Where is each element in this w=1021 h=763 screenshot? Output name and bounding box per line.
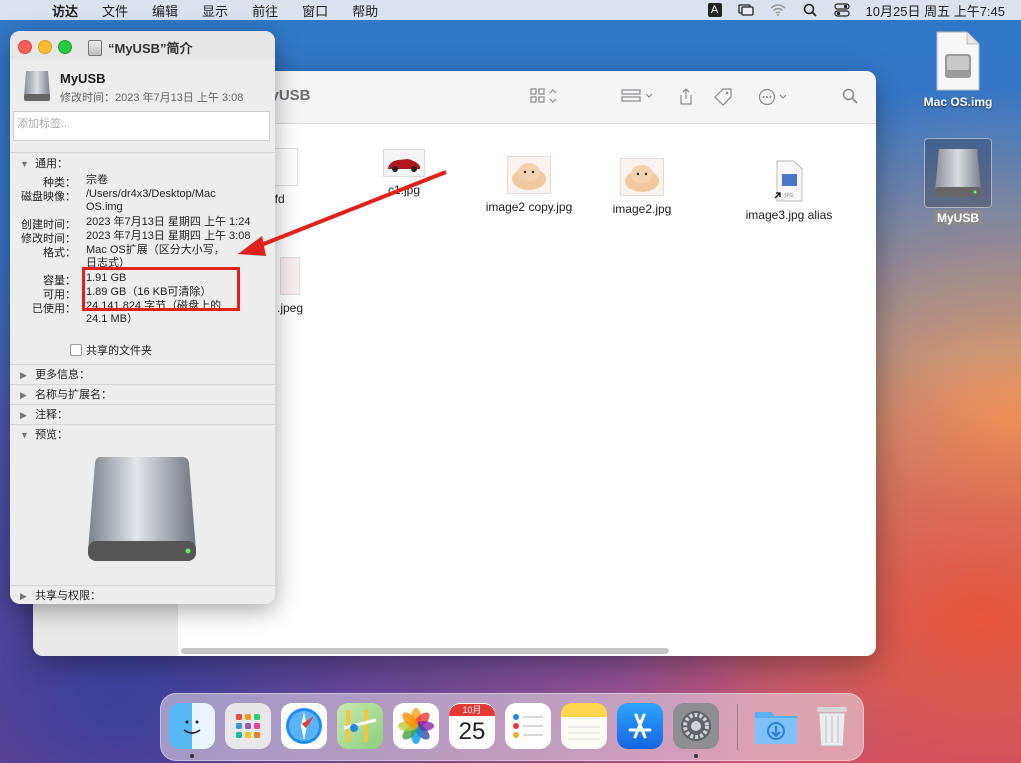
- calendar-day: 25: [458, 718, 486, 745]
- app-store-icon[interactable]: [617, 703, 663, 749]
- safari-icon[interactable]: [281, 703, 327, 749]
- running-indicator: [694, 754, 698, 758]
- dock-separator: [737, 704, 738, 750]
- dock: 10月 25: [160, 693, 864, 761]
- system-preferences-icon[interactable]: [673, 703, 719, 749]
- maps-icon[interactable]: [337, 703, 383, 749]
- calendar-month: 10月: [449, 704, 495, 716]
- reminders-icon[interactable]: [505, 703, 551, 749]
- running-indicator: [190, 754, 194, 758]
- launchpad-icon[interactable]: [225, 703, 271, 749]
- finder-icon[interactable]: [169, 703, 215, 749]
- trash-icon[interactable]: [809, 703, 855, 749]
- downloads-stack-icon[interactable]: [753, 703, 799, 749]
- annotation-arrow: [238, 170, 447, 256]
- calendar-icon[interactable]: 10月 25: [449, 703, 495, 749]
- notes-icon[interactable]: [561, 703, 607, 749]
- photos-icon[interactable]: [393, 703, 439, 749]
